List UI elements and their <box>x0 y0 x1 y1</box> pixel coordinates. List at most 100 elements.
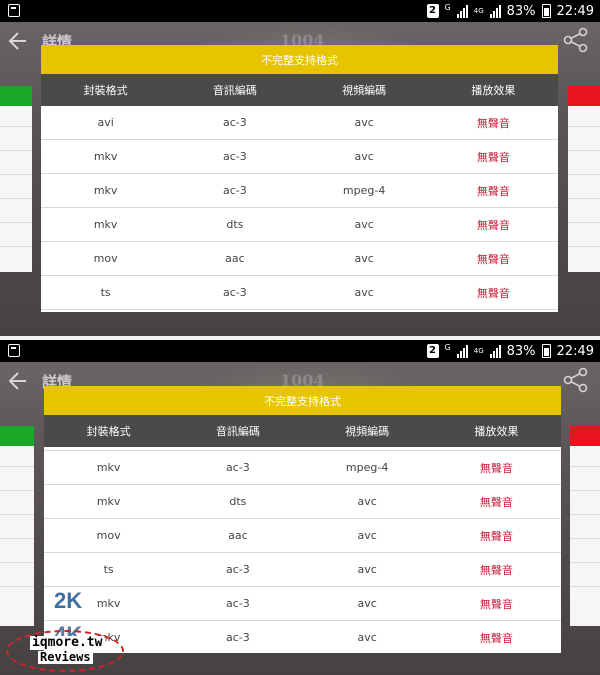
cell-effect: 無聲音 <box>476 252 510 266</box>
cell-video: avc <box>354 286 374 299</box>
right-card <box>568 86 600 272</box>
battery-percent: 83% <box>506 3 536 19</box>
network-type-label: G <box>444 2 451 12</box>
cell-effect: 無聲音 <box>479 529 513 543</box>
table-row[interactable]: mkv ac-3 avc 無聲音 <box>41 140 558 174</box>
cell-audio: ac-3 <box>225 631 250 644</box>
cell-container: mov <box>93 252 118 265</box>
cell-video: avc <box>357 597 377 610</box>
column-header: 音訊編碼 <box>212 84 257 97</box>
column-header: 播放效果 <box>471 84 516 97</box>
cell-audio: ac-3 <box>222 150 247 163</box>
cell-container: mkv <box>93 150 118 163</box>
cell-video: avc <box>354 116 374 129</box>
cell-video: mpeg-4 <box>345 461 389 474</box>
cell-audio: ac-3 <box>222 286 247 299</box>
cell-audio: ac-3 <box>222 184 247 197</box>
table-body[interactable]: mkv ac-3 mpeg-4 無聲音 mkv dts avc 無聲音 mov aac avc 無… <box>44 447 561 653</box>
table-header: 封裝格式 音訊編碼 視頻編碼 播放效果 <box>44 415 561 447</box>
back-arrow-icon[interactable] <box>6 28 32 54</box>
table-row[interactable]: mkv ac-3 mpeg-4 無聲音 <box>41 174 558 208</box>
battery-icon <box>541 4 551 18</box>
format-dialog: 不完整支持格式 封裝格式 音訊編碼 視頻編碼 播放效果 mkv ac-3 mpeg-… <box>44 386 561 653</box>
signal-icon <box>456 4 468 18</box>
clock: 22:49 <box>556 3 594 19</box>
column-header: 封裝格式 <box>86 425 131 438</box>
column-header: 視頻編碼 <box>342 84 387 97</box>
cell-video: avc <box>354 252 374 265</box>
table-row[interactable]: mov aac avc 無聲音 <box>44 519 561 553</box>
cell-audio: ac-3 <box>225 461 250 474</box>
column-header: 視頻編碼 <box>345 425 390 438</box>
column-header: 音訊編碼 <box>215 425 260 438</box>
table-row[interactable]: mkv dts avc 無聲音 <box>44 485 561 519</box>
right-card <box>570 426 600 626</box>
sim-badge: 2 <box>426 344 439 358</box>
logo-site-name: iqmore.tw <box>30 635 105 650</box>
cell-container: mkv <box>96 495 121 508</box>
network-4g-label: 4G <box>473 346 484 355</box>
back-arrow-icon[interactable] <box>6 368 32 394</box>
cell-effect: 無聲音 <box>479 597 513 611</box>
cell-effect: 無聲音 <box>476 150 510 164</box>
logo-tagline: Reviews <box>38 650 93 664</box>
cell-audio: dts <box>229 495 247 508</box>
cell-video: avc <box>354 218 374 231</box>
cell-effect: 無聲音 <box>476 184 510 198</box>
left-card <box>0 86 32 272</box>
cell-video: avc <box>357 563 377 576</box>
cell-video: avc <box>354 150 374 163</box>
table-row[interactable]: ts ac-3 avc 無聲音 <box>41 276 558 310</box>
cell-container: mkv <box>96 461 121 474</box>
left-card <box>0 426 34 626</box>
cell-audio: ac-3 <box>222 116 247 129</box>
cell-container: ts <box>100 286 111 299</box>
table-row[interactable]: mkv ac-3 avc 無聲音 <box>44 587 561 621</box>
cell-video: mpeg-4 <box>342 184 386 197</box>
cell-effect: 無聲音 <box>479 631 513 645</box>
cell-video: avc <box>357 495 377 508</box>
battery-icon <box>541 344 551 358</box>
table-row[interactable]: avi ac-3 avc 無聲音 <box>41 106 558 140</box>
dialog-title: 不完整支持格式 <box>41 45 558 74</box>
screenshot-top: 2 G 4G 83% 22:49 詳情 1004 不完整支持格式 封裝格式 音訊… <box>0 0 600 336</box>
site-logo-watermark: iqmore.tw Reviews <box>6 630 124 672</box>
cell-audio: aac <box>225 252 245 265</box>
cell-effect: 無聲音 <box>479 563 513 577</box>
table-header: 封裝格式 音訊編碼 視頻編碼 播放效果 <box>41 74 558 106</box>
cell-effect: 無聲音 <box>476 116 510 130</box>
cell-effect: 無聲音 <box>476 218 510 232</box>
cell-effect: 無聲音 <box>476 286 510 300</box>
cell-container: mkv <box>93 218 118 231</box>
clock: 22:49 <box>556 343 594 359</box>
status-bar: 2 G 4G 83% 22:49 <box>0 340 600 362</box>
cell-container: avi <box>97 116 114 129</box>
cell-effect: 無聲音 <box>479 495 513 509</box>
notification-icon <box>8 344 20 357</box>
cell-audio: dts <box>226 218 244 231</box>
network-type-label: G <box>444 342 451 352</box>
dialog-title: 不完整支持格式 <box>44 386 561 415</box>
battery-percent: 83% <box>506 343 536 359</box>
status-bar: 2 G 4G 83% 22:49 <box>0 0 600 22</box>
table-row[interactable]: mkv ac-3 mpeg-4 無聲音 <box>44 451 561 485</box>
column-header: 封裝格式 <box>83 84 128 97</box>
table-body[interactable]: avi ac-3 avc 無聲音 mkv ac-3 avc 無聲音 mkv ac-3 mpeg-… <box>41 106 558 312</box>
signal-icon-2 <box>489 4 501 18</box>
column-header: 播放效果 <box>474 425 519 438</box>
screenshot-bottom: 2 G 4G 83% 22:49 詳情 1004 不完整支持格式 封裝格式 音訊… <box>0 340 600 675</box>
share-icon[interactable] <box>562 366 590 394</box>
table-row[interactable]: ts ac-3 avc 無聲音 <box>44 553 561 587</box>
format-dialog: 不完整支持格式 封裝格式 音訊編碼 視頻編碼 播放效果 avi ac-3 avc 無聲… <box>41 45 558 312</box>
network-4g-label: 4G <box>473 6 484 15</box>
cell-audio: aac <box>228 529 248 542</box>
cell-video: avc <box>357 631 377 644</box>
table-row[interactable]: mov aac avc 無聲音 <box>41 242 558 276</box>
share-icon[interactable] <box>562 26 590 54</box>
table-row[interactable]: mkv dts avc 無聲音 <box>41 208 558 242</box>
notification-icon <box>8 4 20 17</box>
cell-effect: 無聲音 <box>479 461 513 475</box>
cell-video: avc <box>357 529 377 542</box>
cell-audio: ac-3 <box>225 597 250 610</box>
watermark-2k-badge: 2K <box>54 588 83 613</box>
